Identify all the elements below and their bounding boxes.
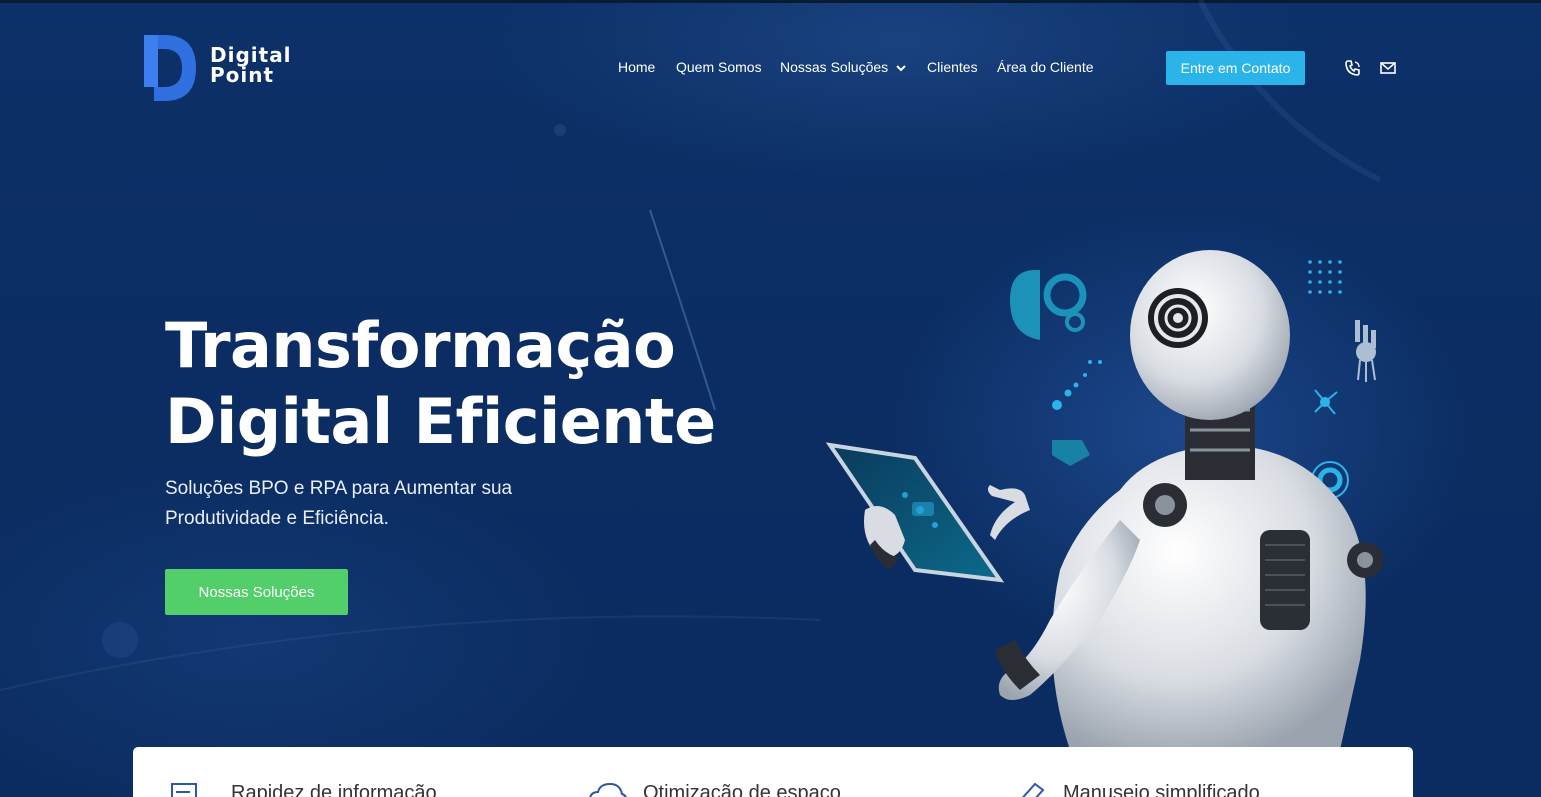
hero-subtitle-line1: Soluções BPO e RPA para Aumentar sua [165, 478, 513, 499]
nav-clientes[interactable]: Clientes [927, 59, 978, 75]
brand-name: Digital Point [210, 45, 292, 85]
feature-rapidez: Rapidez de informação [231, 782, 437, 797]
feature-manuseio: Manuseio simplificado [1063, 782, 1260, 797]
hero-section: Digital Point Home Quem Somos Nossas Sol… [0, 0, 1541, 797]
brand-line1: Digital [210, 43, 292, 67]
phone-icon[interactable] [1344, 59, 1362, 77]
mail-icon[interactable] [1379, 59, 1397, 77]
robot-illustration [825, 250, 1383, 750]
hand-circuit-icon [1355, 320, 1376, 382]
hero-subtitle-line2: Produtividade e Eficiência. [165, 508, 389, 529]
document-icon [171, 783, 197, 797]
hero-title: Transformação Digital Eficiente [165, 308, 785, 460]
hero-title-line2: Digital Eficiente [165, 385, 716, 458]
brand-line2: Point [210, 63, 275, 87]
features-card: Rapidez de informação Otimização de espa… [133, 747, 1413, 797]
hero-subtitle: Soluções BPO e RPA para Aumentar sua Pro… [165, 474, 585, 534]
chevron-down-icon [896, 65, 906, 72]
recycle-icon [1052, 440, 1090, 466]
grid-dots-icon [1308, 260, 1342, 294]
network-icon [1314, 389, 1338, 415]
pen-icon [1021, 782, 1045, 797]
nav-home[interactable]: Home [618, 59, 655, 75]
contact-button[interactable]: Entre em Contato [1166, 51, 1305, 85]
cloud-icon [589, 782, 627, 797]
brain-gear-icon [1010, 270, 1087, 340]
robot-hand [987, 485, 1030, 540]
nav-area-do-cliente[interactable]: Área do Cliente [997, 59, 1094, 75]
logo-d-icon [144, 35, 196, 101]
solutions-button[interactable]: Nossas Soluções [165, 569, 348, 615]
dots-decoration [1052, 360, 1102, 410]
brand-logo[interactable]: Digital Point [142, 33, 352, 103]
feature-otimizacao: Otimização de espaço [643, 782, 841, 797]
nav-nossas-solucoes[interactable]: Nossas Soluções [780, 59, 906, 75]
nav-quem-somos[interactable]: Quem Somos [676, 59, 762, 75]
nav-nossas-solucoes-label: Nossas Soluções [780, 59, 889, 75]
hero-title-line1: Transformação [165, 309, 676, 382]
